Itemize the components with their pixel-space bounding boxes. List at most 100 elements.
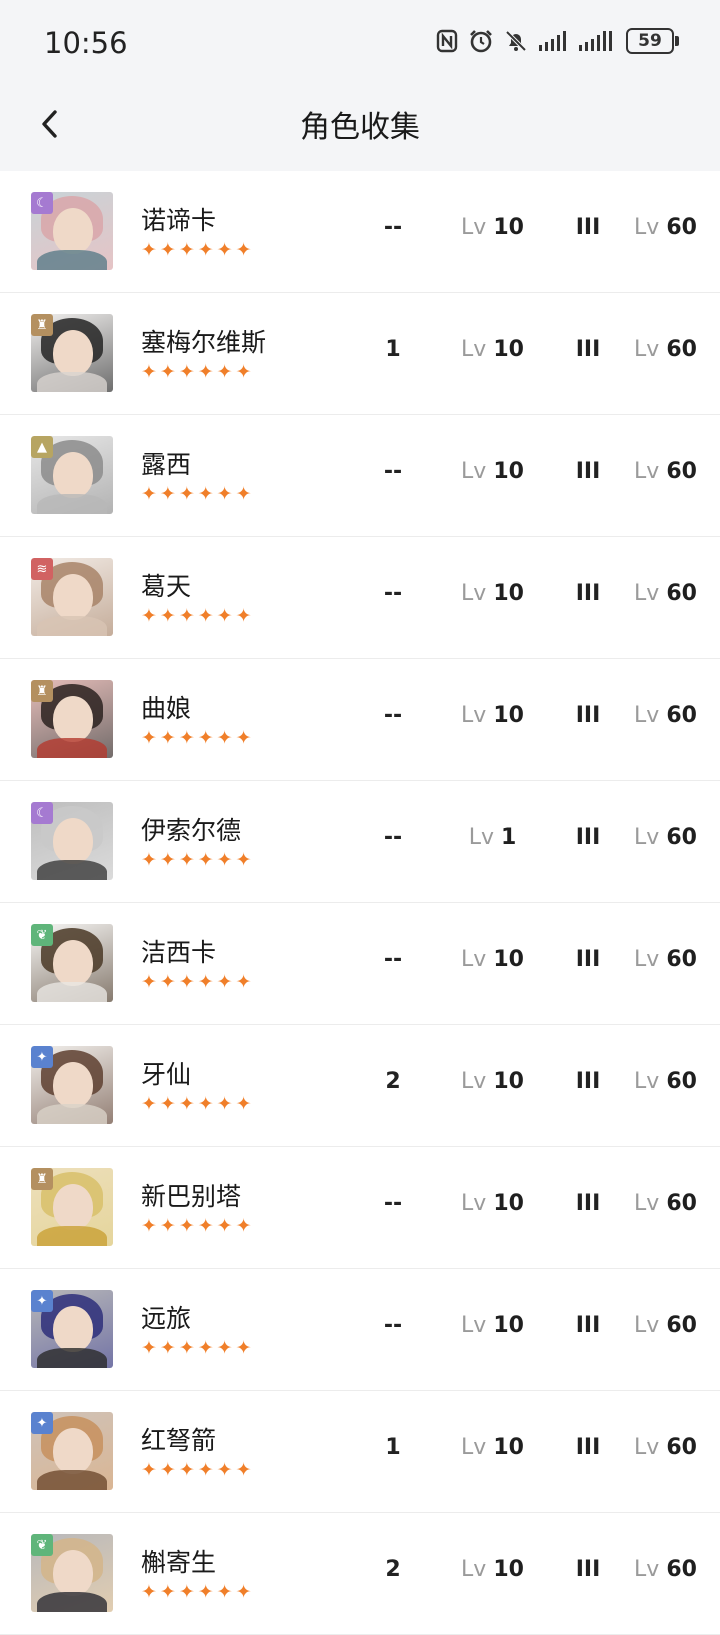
character-name: 槲寄生 [141,1548,217,1577]
character-avatar: ❦ [31,1534,113,1612]
avatar-body [37,982,107,1002]
character-name: 新巴别塔 [141,1182,242,1211]
character-list: ☾ 诺谛卡 ✦✦✦✦✦✦ -- Lv 10 III Lv 60 ♜ 塞梅尔维斯 … [0,171,720,1635]
character-tier: III [575,1313,601,1338]
character-tier: III [575,1435,601,1460]
level-prefix: Lv [634,337,660,362]
signal-icon [538,30,568,52]
max-level-value: 60 [666,215,697,240]
character-tier: III [575,459,601,484]
avatar-face [53,940,93,986]
character-row[interactable]: ♜ 曲娘 ✦✦✦✦✦✦ -- Lv 10 III Lv 60 [0,659,720,781]
character-max-level: Lv 60 [628,1191,703,1216]
max-level-value: 60 [666,1069,697,1094]
avatar-body [37,250,107,270]
character-level: Lv 10 [455,337,530,362]
max-level-value: 60 [666,1191,697,1216]
character-tier: III [575,1069,601,1094]
character-level: Lv 10 [455,1557,530,1582]
avatar-face [53,1550,93,1596]
character-avatar: ♜ [31,1168,113,1246]
character-tier: III [575,337,601,362]
mountain-icon: ▲ [31,436,53,458]
level-prefix: Lv [461,459,487,484]
character-avatar: ≋ [31,558,113,636]
character-max-level: Lv 60 [628,825,703,850]
nav-bar: 角色收集 [0,90,720,171]
character-level: Lv 10 [455,947,530,972]
character-row[interactable]: ≋ 葛天 ✦✦✦✦✦✦ -- Lv 10 III Lv 60 [0,537,720,659]
character-rank: 1 [385,337,401,362]
level-prefix: Lv [461,947,487,972]
avatar-body [37,1226,107,1246]
character-rank: -- [383,1191,403,1216]
level-prefix: Lv [461,215,487,240]
star-icon: ✦ [31,1046,53,1068]
tower-icon: ♜ [31,680,53,702]
level-prefix: Lv [461,1069,487,1094]
max-level-value: 60 [666,825,697,850]
star-icon: ✦ [31,1290,53,1312]
character-level: Lv 10 [455,581,530,606]
character-level: Lv 10 [455,459,530,484]
status-bar: 10:56 59 [0,0,720,90]
leaf-icon: ❦ [31,1534,53,1556]
character-row[interactable]: ❦ 洁西卡 ✦✦✦✦✦✦ -- Lv 10 III Lv 60 [0,903,720,1025]
character-name: 远旅 [141,1304,192,1333]
level-prefix: Lv [634,1191,660,1216]
character-rank: -- [383,825,403,850]
character-rank: -- [383,947,403,972]
character-row[interactable]: ✦ 牙仙 ✦✦✦✦✦✦ 2 Lv 10 III Lv 60 [0,1025,720,1147]
avatar-face [53,1184,93,1230]
level-value: 10 [493,215,524,240]
character-rank: -- [383,703,403,728]
character-row[interactable]: ♜ 塞梅尔维斯 ✦✦✦✦✦✦ 1 Lv 10 III Lv 60 [0,293,720,415]
level-prefix: Lv [461,581,487,606]
star-rating: ✦✦✦✦✦✦ [141,1459,255,1481]
moon-icon: ☾ [31,192,53,214]
avatar-body [37,616,107,636]
character-avatar: ✦ [31,1290,113,1368]
character-rank: -- [383,215,403,240]
level-value: 10 [493,337,524,362]
level-value: 10 [493,1069,524,1094]
level-value: 10 [493,1313,524,1338]
level-prefix: Lv [461,1191,487,1216]
character-row[interactable]: ♜ 新巴别塔 ✦✦✦✦✦✦ -- Lv 10 III Lv 60 [0,1147,720,1269]
character-tier: III [575,581,601,606]
star-rating: ✦✦✦✦✦✦ [141,1337,255,1359]
character-tier: III [575,1191,601,1216]
level-prefix: Lv [634,1557,660,1582]
character-row[interactable]: ☾ 伊索尔德 ✦✦✦✦✦✦ -- Lv 1 III Lv 60 [0,781,720,903]
character-level: Lv 10 [455,1069,530,1094]
level-prefix: Lv [461,1313,487,1338]
tower-icon: ♜ [31,314,53,336]
avatar-body [37,1592,107,1612]
character-row[interactable]: ❦ 槲寄生 ✦✦✦✦✦✦ 2 Lv 10 III Lv 60 [0,1513,720,1635]
character-row[interactable]: ☾ 诺谛卡 ✦✦✦✦✦✦ -- Lv 10 III Lv 60 [0,171,720,293]
star-rating: ✦✦✦✦✦✦ [141,483,255,505]
avatar-body [37,738,107,758]
character-avatar: ❦ [31,924,113,1002]
level-value: 10 [493,703,524,728]
character-row[interactable]: ✦ 红弩箭 ✦✦✦✦✦✦ 1 Lv 10 III Lv 60 [0,1391,720,1513]
character-name: 曲娘 [141,694,192,723]
level-prefix: Lv [634,947,660,972]
character-avatar: ▲ [31,436,113,514]
level-value: 10 [493,947,524,972]
character-row[interactable]: ▲ 露西 ✦✦✦✦✦✦ -- Lv 10 III Lv 60 [0,415,720,537]
character-avatar: ☾ [31,802,113,880]
star-rating: ✦✦✦✦✦✦ [141,727,255,749]
character-row[interactable]: ✦ 远旅 ✦✦✦✦✦✦ -- Lv 10 III Lv 60 [0,1269,720,1391]
character-avatar: ✦ [31,1412,113,1490]
max-level-value: 60 [666,1557,697,1582]
character-rank: -- [383,459,403,484]
character-level: Lv 10 [455,1313,530,1338]
avatar-body [37,860,107,880]
avatar-face [53,452,93,498]
avatar-body [37,1348,107,1368]
level-value: 10 [493,1557,524,1582]
status-time: 10:56 [44,26,128,60]
avatar-face [53,1306,93,1352]
character-tier: III [575,1557,601,1582]
